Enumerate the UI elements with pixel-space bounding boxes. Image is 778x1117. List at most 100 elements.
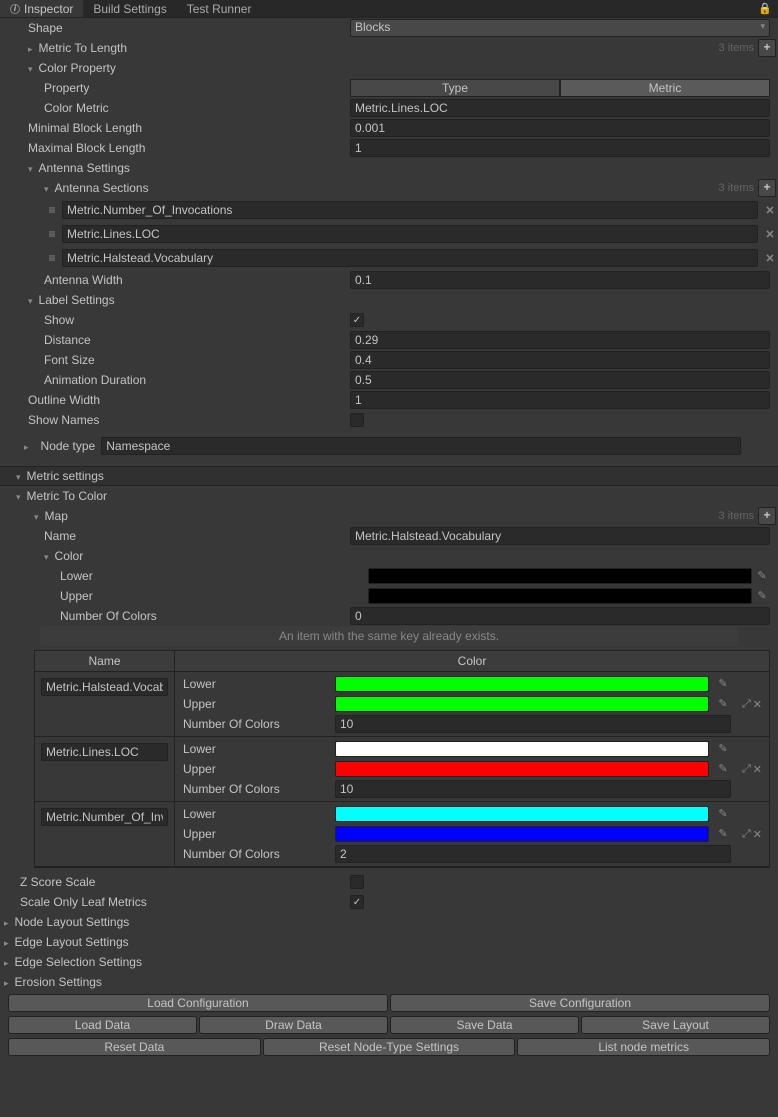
expand-icon[interactable]: ⤢ [742, 828, 751, 841]
lock-icon[interactable]: 🔒 [758, 2, 772, 15]
row0-num-input[interactable] [335, 715, 731, 733]
metric-settings-header: Metric settings [23, 469, 104, 483]
row1-name[interactable] [41, 743, 168, 761]
remove-icon[interactable]: ✕ [762, 228, 778, 241]
antenna-item-2[interactable] [62, 249, 758, 267]
row2-upper-swatch[interactable] [335, 826, 709, 842]
expand-icon[interactable]: ⤢ [742, 698, 751, 711]
color-metric-input[interactable] [350, 99, 770, 117]
edge-layout-label: Edge Layout Settings [11, 935, 129, 949]
row1-upper-swatch[interactable] [335, 761, 709, 777]
eyedropper-icon[interactable]: ✎ [715, 676, 731, 692]
min-block-input[interactable] [350, 119, 770, 137]
remove-icon[interactable]: ✕ [753, 828, 762, 841]
eyedropper-icon[interactable]: ✎ [754, 588, 770, 604]
metric-toggle[interactable]: Metric [560, 79, 770, 97]
row2-name[interactable] [41, 808, 168, 826]
row2-lower-swatch[interactable] [335, 806, 709, 822]
show-checkbox[interactable] [350, 313, 364, 327]
row2-lower-label: Lower [179, 807, 329, 821]
row1-num-input[interactable] [335, 780, 731, 798]
row0-upper-label: Upper [179, 697, 329, 711]
tab-test-runner[interactable]: Test Runner [177, 0, 262, 17]
fontsize-label: Font Size [40, 353, 95, 367]
mtc-name-label: Name [40, 529, 76, 543]
edge-selection-label: Edge Selection Settings [11, 955, 142, 969]
save-layout-button[interactable]: Save Layout [581, 1016, 770, 1034]
row0-name[interactable] [41, 678, 168, 696]
outline-label: Outline Width [24, 393, 100, 407]
metric-to-length-add[interactable]: + [758, 39, 776, 57]
zscore-label: Z Score Scale [16, 875, 95, 889]
shape-dropdown[interactable]: Blocks [350, 19, 770, 37]
eyedropper-icon[interactable]: ✎ [715, 761, 731, 777]
save-config-button[interactable]: Save Configuration [390, 994, 770, 1012]
antenna-header: Antenna Settings [35, 161, 130, 175]
row0-num-label: Number Of Colors [179, 717, 329, 731]
save-data-button[interactable]: Save Data [390, 1016, 579, 1034]
show-label: Show [40, 313, 74, 327]
mtc-lower-swatch[interactable] [368, 568, 752, 584]
row2-num-label: Number Of Colors [179, 847, 329, 861]
eyedropper-icon[interactable]: ✎ [715, 806, 731, 822]
eyedropper-icon[interactable]: ✎ [715, 741, 731, 757]
drag-handle-icon[interactable]: ≡ [44, 203, 58, 217]
draw-data-button[interactable]: Draw Data [199, 1016, 388, 1034]
antenna-width-label: Antenna Width [40, 273, 123, 287]
fontsize-input[interactable] [350, 351, 770, 369]
shownames-checkbox[interactable] [350, 413, 364, 427]
antenna-add[interactable]: + [758, 179, 776, 197]
anim-input[interactable] [350, 371, 770, 389]
remove-icon[interactable]: ✕ [762, 252, 778, 265]
mtc-upper-swatch[interactable] [368, 588, 752, 604]
map-add[interactable]: + [758, 507, 776, 525]
remove-icon[interactable]: ✕ [753, 698, 762, 711]
load-config-button[interactable]: Load Configuration [8, 994, 388, 1012]
list-metrics-button[interactable]: List node metrics [517, 1038, 770, 1056]
row2-num-input[interactable] [335, 845, 731, 863]
remove-icon[interactable]: ✕ [762, 204, 778, 217]
antenna-sections-label: Antenna Sections [51, 181, 149, 195]
row2-upper-label: Upper [179, 827, 329, 841]
remove-icon[interactable]: ✕ [753, 763, 762, 776]
reset-nodetype-button[interactable]: Reset Node-Type Settings [263, 1038, 516, 1056]
metric-to-color-header: Metric To Color [23, 489, 107, 503]
duplicate-key-warning: An item with the same key already exists… [40, 626, 738, 646]
eyedropper-icon[interactable]: ✎ [715, 826, 731, 842]
expand-icon[interactable]: ⤢ [742, 763, 751, 776]
node-type-foldout[interactable] [24, 439, 31, 453]
eyedropper-icon[interactable]: ✎ [754, 568, 770, 584]
reset-data-button[interactable]: Reset Data [8, 1038, 261, 1056]
tab-build-settings[interactable]: Build Settings [83, 0, 176, 17]
node-type-input[interactable] [101, 437, 741, 455]
row1-lower-swatch[interactable] [335, 741, 709, 757]
distance-input[interactable] [350, 331, 770, 349]
outline-input[interactable] [350, 391, 770, 409]
tab-inspector[interactable]: i Inspector [0, 0, 83, 17]
drag-handle-icon[interactable]: ≡ [44, 251, 58, 265]
load-data-button[interactable]: Load Data [8, 1016, 197, 1034]
node-type-label: Node type [37, 439, 96, 453]
metric-to-length-count: 3 items [719, 42, 758, 54]
antenna-width-input[interactable] [350, 271, 770, 289]
metric-to-length-label: Metric To Length [35, 41, 128, 55]
antenna-item-1[interactable] [62, 225, 758, 243]
row0-lower-swatch[interactable] [335, 676, 709, 692]
row1-upper-label: Upper [179, 762, 329, 776]
map-label: Map [41, 509, 68, 523]
table-row: Lower ✎ Upper ✎ Number Of Colors ⤢ ✕ [35, 672, 769, 737]
row0-upper-swatch[interactable] [335, 696, 709, 712]
antenna-item-0[interactable] [62, 201, 758, 219]
distance-label: Distance [40, 333, 91, 347]
drag-handle-icon[interactable]: ≡ [44, 227, 58, 241]
eyedropper-icon[interactable]: ✎ [715, 696, 731, 712]
max-block-input[interactable] [350, 139, 770, 157]
zscore-checkbox[interactable] [350, 875, 364, 889]
mtc-name-input[interactable] [350, 527, 770, 545]
scaleleaf-checkbox[interactable] [350, 895, 364, 909]
mtc-color-label: Color [51, 549, 84, 563]
type-toggle[interactable]: Type [350, 79, 560, 97]
mtc-numcolors-input[interactable] [350, 607, 770, 625]
color-map-table: Name Color Lower ✎ Upper ✎ Number Of Col… [34, 650, 770, 868]
label-settings-header: Label Settings [35, 293, 115, 307]
